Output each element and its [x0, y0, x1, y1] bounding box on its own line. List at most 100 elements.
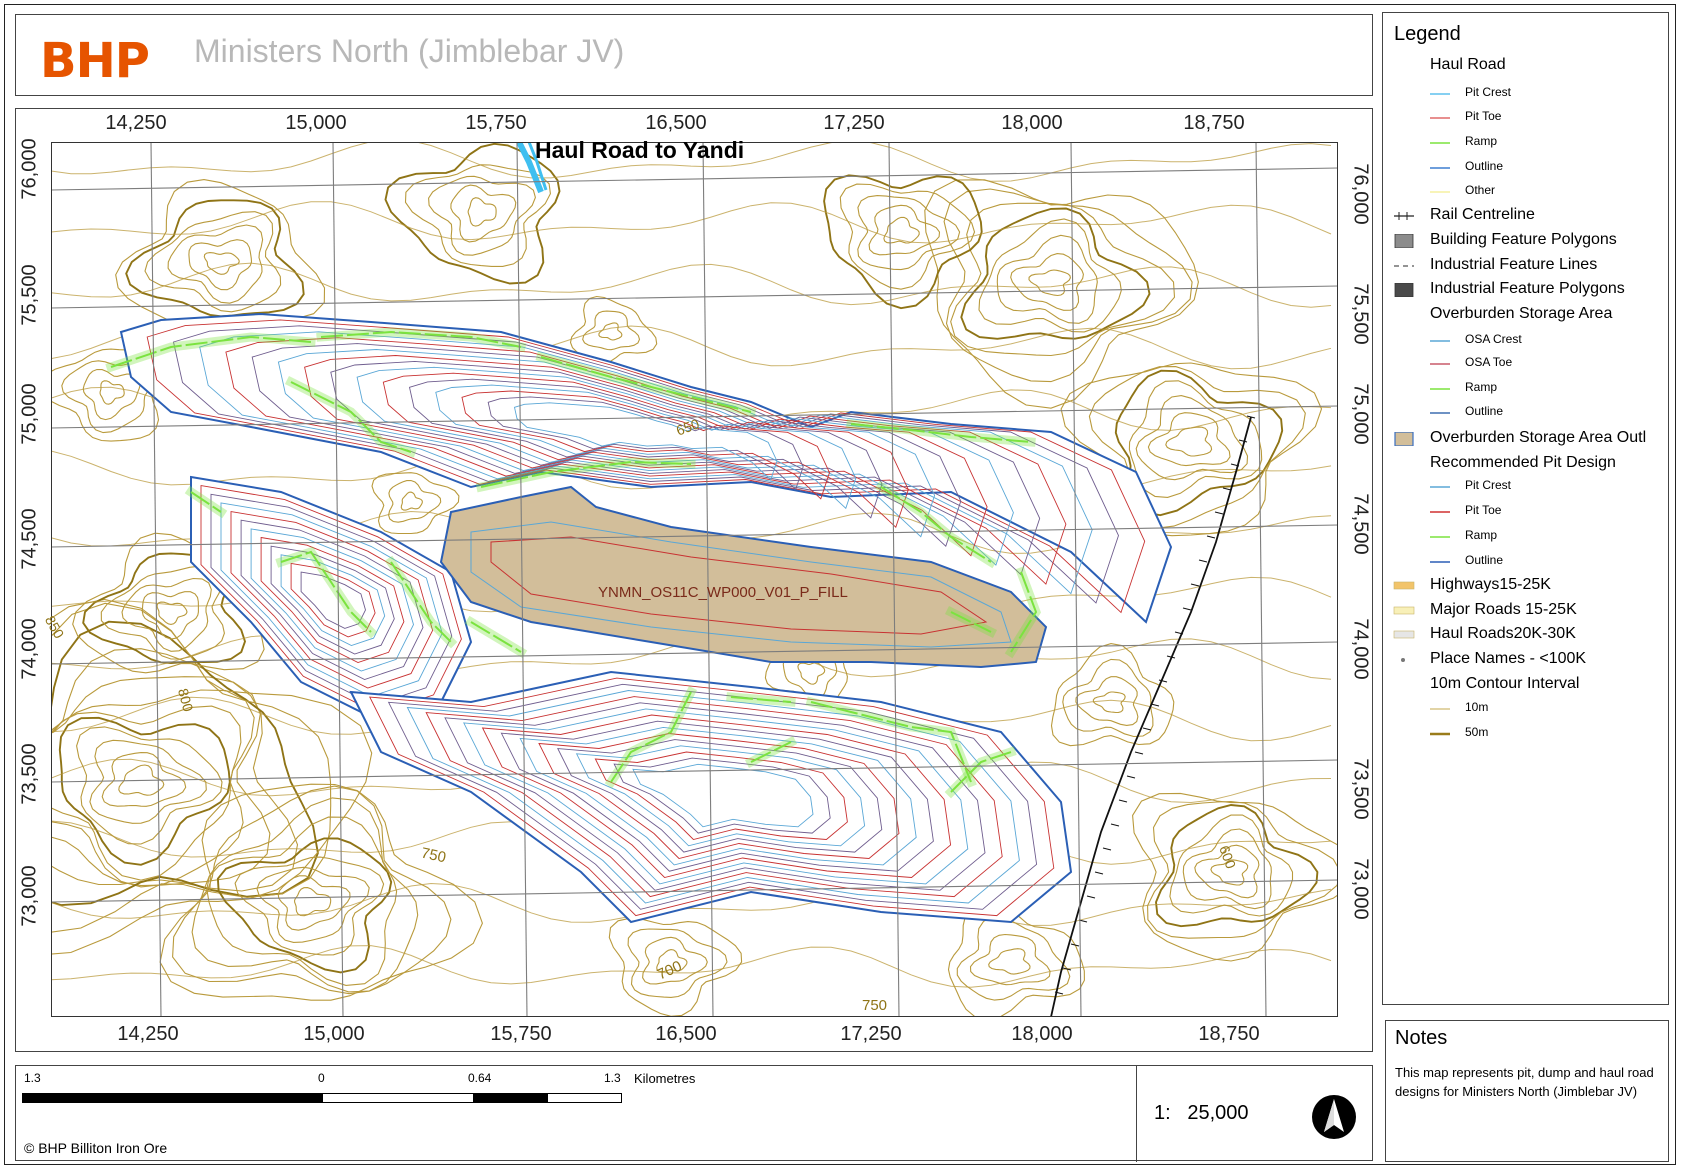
page-title: Ministers North (Jimblebar JV)	[194, 33, 625, 69]
coordinate-tick-label: 75,000	[18, 383, 41, 445]
coordinate-tick-label: 73,000	[18, 865, 41, 927]
notes-text: This map represents pit, dump and haul r…	[1395, 1065, 1654, 1099]
legend-item: 10m Contour Interval	[1383, 674, 1668, 696]
north-arrow-icon	[1312, 1095, 1356, 1139]
legend-symbol-icon	[1430, 486, 1450, 488]
legend-symbol-icon	[1394, 283, 1414, 297]
legend-item: Pit Toe	[1383, 105, 1668, 127]
coordinate-tick-label: 73,500	[18, 743, 41, 805]
legend-symbol-icon	[1430, 511, 1450, 513]
bhp-logo: BHP	[40, 33, 150, 89]
legend-panel: Legend Haul Road Pit Crest Pit Toe Ramp Outl…	[1382, 12, 1669, 1005]
coordinate-tick-label: 14,250	[117, 1023, 179, 1045]
coordinate-tick-label: 18,750	[1198, 1023, 1260, 1045]
legend-symbol-icon	[1394, 234, 1414, 248]
legend-label: Outline	[1465, 404, 1504, 418]
legend-item: Pit Crest	[1383, 81, 1668, 103]
coordinate-tick-label: 75,500	[1349, 283, 1372, 345]
legend-label: Outline	[1465, 553, 1504, 567]
title-block: BHP Ministers North (Jimblebar JV)	[15, 14, 1373, 96]
legend-item: Haul Road	[1383, 55, 1668, 77]
coordinate-tick-label: 73,500	[1349, 758, 1372, 820]
legend-item: Pit Toe	[1383, 499, 1668, 521]
legend-title: Legend	[1394, 23, 1461, 45]
coordinate-tick-label: 16,500	[655, 1023, 717, 1045]
scale-label: 1.3	[604, 1071, 621, 1085]
legend-symbol-icon	[1394, 265, 1414, 267]
legend-symbol-icon	[1393, 630, 1415, 639]
legend-symbol-icon	[1430, 117, 1450, 119]
legend-item: Ramp	[1383, 130, 1668, 152]
haul-road-label: Haul Road to Yandi	[535, 137, 745, 163]
legend-label: Overburden Storage Area	[1430, 305, 1613, 322]
coordinate-tick-label: 15,000	[285, 112, 347, 134]
coordinate-tick-label: 76,000	[1349, 163, 1372, 225]
legend-symbol-icon	[1430, 142, 1450, 144]
coordinate-tick-label: 18,750	[1183, 112, 1245, 134]
coordinate-tick-label: 74,000	[18, 618, 41, 680]
legend-label: Haul Road	[1430, 56, 1506, 73]
legend-item: Overburden Storage Area	[1383, 304, 1668, 326]
legend-item: Ramp	[1383, 376, 1668, 398]
coordinate-tick-label: 15,750	[465, 112, 527, 134]
legend-item: Outline	[1383, 400, 1668, 422]
scale-ratio-prefix: 1:	[1154, 1102, 1171, 1124]
coordinate-tick-label: 75,000	[1349, 383, 1372, 445]
legend-symbol-icon	[1394, 432, 1414, 446]
coordinate-tick-label: 73,000	[1349, 858, 1372, 920]
notes-panel: Notes This map represents pit, dump and …	[1385, 1020, 1669, 1162]
legend-item: OSA Crest	[1383, 328, 1668, 350]
legend-item: Other	[1383, 179, 1668, 201]
legend-label: 50m	[1465, 725, 1489, 739]
legend-symbol-icon	[1430, 93, 1450, 95]
legend-label: Pit Toe	[1465, 503, 1502, 517]
coordinate-tick-label: 76,000	[18, 138, 41, 200]
legend-label: Other	[1465, 183, 1496, 197]
legend-symbol-icon	[1430, 363, 1450, 365]
legend-symbol-icon	[1430, 732, 1450, 736]
coordinate-tick-label: 16,500	[645, 112, 707, 134]
legend-symbol-icon	[1430, 412, 1450, 414]
coordinate-tick-label: 14,250	[105, 112, 167, 134]
scale-label: 0.64	[468, 1071, 492, 1085]
legend-item: Building Feature Polygons	[1383, 230, 1668, 252]
copyright-text: © BHP Billiton Iron Ore	[24, 1140, 168, 1156]
coordinate-tick-label: 75,500	[18, 264, 41, 326]
legend-item: Rail Centreline	[1383, 205, 1668, 227]
legend-symbol-icon	[1430, 708, 1450, 710]
scale-unit: Kilometres	[634, 1071, 696, 1086]
legend-item: Industrial Feature Polygons	[1383, 279, 1668, 301]
legend-label: Highways15-25K	[1430, 576, 1551, 593]
legend-label: Ramp	[1465, 528, 1498, 542]
fill-area-label: YNMN_OS11C_WP000_V01_P_FILL	[598, 584, 848, 601]
map-frame[interactable]: 14,250 15,000 15,750 16,500 17,250 18,000 18,7…	[15, 108, 1373, 1052]
scale-label: 0	[318, 1071, 325, 1085]
legend-item: Ramp	[1383, 524, 1668, 546]
legend-symbol-icon	[1430, 191, 1450, 193]
legend-symbol-icon	[1430, 340, 1450, 342]
scale-ratio-value: 25,000	[1187, 1102, 1249, 1124]
legend-label: Industrial Feature Polygons	[1430, 280, 1625, 297]
legend-label: 10m	[1465, 700, 1489, 714]
coordinate-tick-label: 74,500	[18, 508, 41, 570]
divider	[1136, 1066, 1137, 1162]
coordinate-tick-label: 15,000	[303, 1023, 365, 1045]
legend-item: OSA Toe	[1383, 351, 1668, 373]
legend-label: Ramp	[1465, 380, 1498, 394]
legend-symbol-icon	[1393, 581, 1415, 590]
legend-label: Ramp	[1465, 134, 1498, 148]
legend-item: Haul Roads20K-30K	[1383, 624, 1668, 646]
legend-symbol-icon	[1394, 212, 1414, 220]
legend-label: Industrial Feature Lines	[1430, 256, 1598, 273]
legend-item: 10m	[1383, 696, 1668, 718]
legend-label: Major Roads 15-25K	[1430, 601, 1577, 618]
contour-label: 750	[862, 997, 888, 1014]
map-canvas[interactable]	[51, 142, 1338, 1017]
legend-item: Outline	[1383, 549, 1668, 571]
legend-symbol-icon	[1393, 606, 1415, 615]
legend-symbol-icon	[1430, 167, 1450, 169]
legend-item: Pit Crest	[1383, 474, 1668, 496]
legend-label: Outline	[1465, 159, 1504, 173]
legend-label: Recommended Pit Design	[1430, 454, 1616, 471]
notes-title: Notes	[1395, 1027, 1448, 1049]
